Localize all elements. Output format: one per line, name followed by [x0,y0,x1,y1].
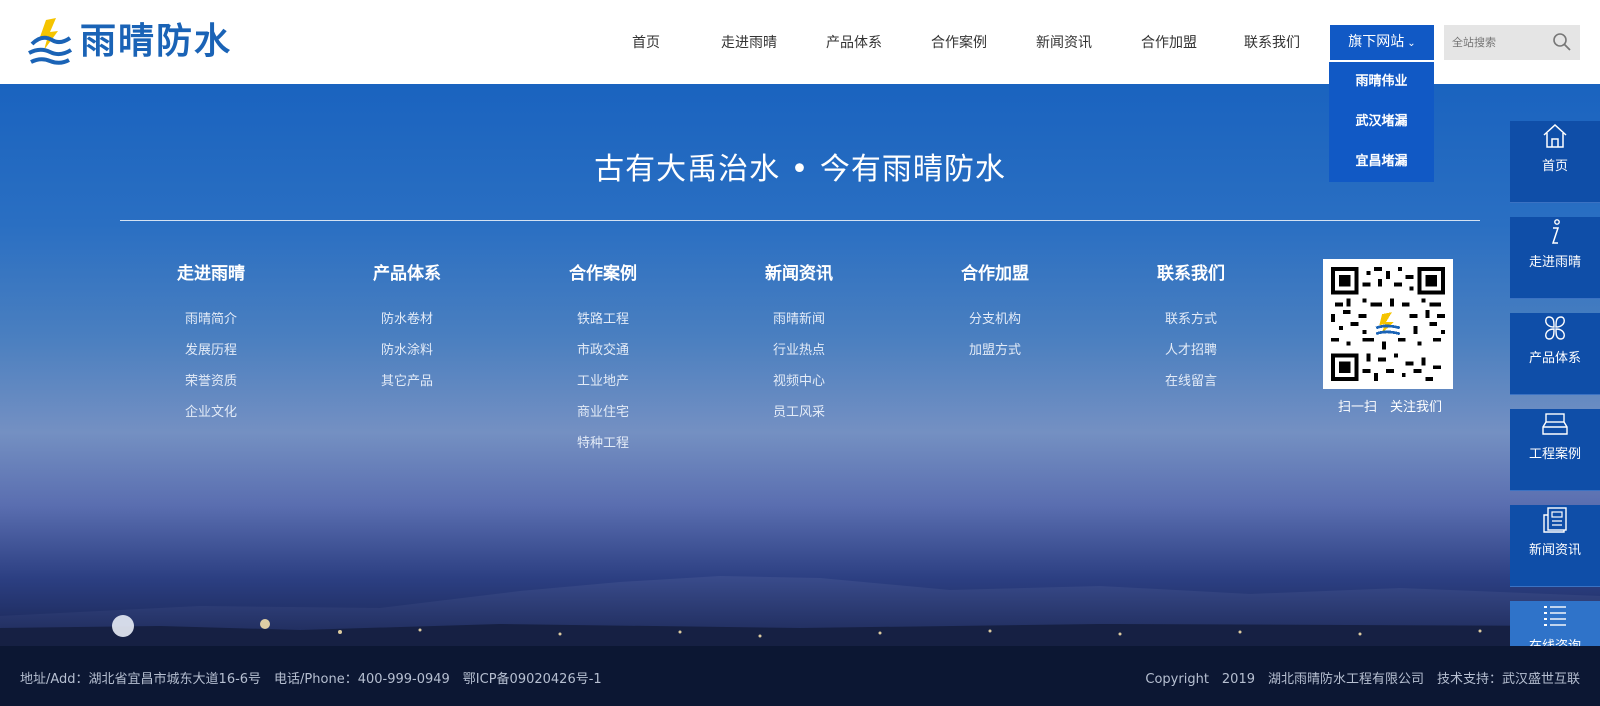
column-link[interactable]: 联系方式 [1131,304,1251,335]
sites-menu-item[interactable]: 宜昌堵漏 [1329,142,1434,182]
footer-column-join: 合作加盟 分支机构 加盟方式 [935,262,1055,366]
column-link[interactable]: 视频中心 [739,366,859,397]
product-icon [1545,316,1565,340]
qr-caption: 扫一扫 关注我们 [1337,400,1442,415]
column-link[interactable]: 特种工程 [543,428,663,459]
column-title[interactable]: 联系我们 [1131,262,1251,286]
column-link[interactable]: 在线留言 [1131,366,1251,397]
column-link[interactable]: 防水卷材 [347,304,467,335]
nav-item-about[interactable]: 走进雨晴 [696,26,802,60]
footer-column-news: 新闻资讯 雨晴新闻 行业热点 视频中心 员工风采 [739,262,859,428]
column-link[interactable]: 加盟方式 [935,335,1055,366]
case-icon [1542,413,1568,435]
nav-item-products[interactable]: 产品体系 [802,26,906,60]
sites-dropdown-button[interactable]: 旗下网站 ⌄ [1330,25,1434,60]
column-link[interactable]: 工业地产 [543,366,663,397]
search-box [1444,25,1580,60]
nav-item-news[interactable]: 新闻资讯 [1012,26,1116,60]
nav-item-contact[interactable]: 联系我们 [1222,26,1322,60]
home-icon [1543,123,1567,148]
sidebar-item-products[interactable]: 产品体系 [1510,313,1600,395]
column-link[interactable]: 员工风采 [739,397,859,428]
list-icon [1544,606,1566,626]
column-link[interactable]: 防水涂料 [347,335,467,366]
chevron-down-icon: ⌄ [1407,38,1416,49]
column-link[interactable]: 行业热点 [739,335,859,366]
column-link[interactable]: 分支机构 [935,304,1055,335]
sidebar-label: 新闻资讯 [1528,543,1581,558]
sidebar-item-about[interactable]: 走进雨晴 [1510,217,1600,299]
footer-column-cases: 合作案例 铁路工程 市政交通 工业地产 商业住宅 特种工程 [543,262,663,459]
column-title[interactable]: 新闻资讯 [739,262,859,286]
city-skyline-image [0,576,1600,646]
column-link[interactable]: 人才招聘 [1131,335,1251,366]
nav-item-join[interactable]: 合作加盟 [1116,26,1222,60]
floating-sidebar: 首页 走进雨晴 产品体系 工程案例 新闻资讯 [1510,107,1600,683]
column-link[interactable]: 企业文化 [151,397,271,428]
column-title[interactable]: 合作案例 [543,262,663,286]
main-nav: 首页 走进雨晴 产品体系 合作案例 新闻资讯 合作加盟 联系我们 [596,26,1322,60]
news-icon [1543,507,1567,533]
logo[interactable]: 雨晴防水 [26,16,232,68]
column-link[interactable]: 铁路工程 [543,304,663,335]
sidebar-item-news[interactable]: 新闻资讯 [1510,505,1600,587]
column-link[interactable]: 商业住宅 [543,397,663,428]
footer-column-contact: 联系我们 联系方式 人才招聘 在线留言 [1131,262,1251,397]
column-link[interactable]: 荣誉资质 [151,366,271,397]
sites-dropdown-menu: 雨晴伟业 武汉堵漏 宜昌堵漏 [1329,62,1434,182]
info-icon [1551,219,1560,244]
column-title[interactable]: 走进雨晴 [151,262,271,286]
search-input[interactable] [1444,25,1548,60]
footer-column-about: 走进雨晴 雨晴简介 发展历程 荣誉资质 企业文化 [151,262,271,428]
column-link[interactable]: 市政交通 [543,335,663,366]
brand-name: 雨晴防水 [80,21,233,62]
footer-bar: 地址/Add：湖北省宜昌市城东大道16-6号 电话/Phone：400-999-… [0,646,1600,706]
column-link[interactable]: 雨晴简介 [151,304,271,335]
qr-code-icon [1331,267,1445,381]
qr-code-image [1323,259,1453,389]
sites-menu-item[interactable]: 武汉堵漏 [1329,102,1434,142]
sites-label: 旗下网站 [1348,34,1405,50]
nav-item-cases[interactable]: 合作案例 [906,26,1012,60]
divider [120,220,1480,221]
column-link[interactable]: 雨晴新闻 [739,304,859,335]
column-title[interactable]: 产品体系 [347,262,467,286]
sidebar-label: 首页 [1541,159,1568,174]
logo-icon [28,18,73,65]
sidebar-label: 走进雨晴 [1528,255,1581,270]
footer-address: 地址/Add：湖北省宜昌市城东大道16-6号 电话/Phone：400-999-… [20,672,602,687]
sidebar-item-cases[interactable]: 工程案例 [1510,409,1600,491]
sidebar-label: 工程案例 [1528,447,1581,462]
footer-copyright: Copyright 2019 湖北雨晴防水工程有限公司 技术支持：武汉盛世互联 [1145,672,1580,687]
column-title[interactable]: 合作加盟 [935,262,1055,286]
nav-item-home[interactable]: 首页 [596,26,696,60]
column-link[interactable]: 发展历程 [151,335,271,366]
search-icon[interactable] [1552,32,1572,52]
footer-column-products: 产品体系 防水卷材 防水涂料 其它产品 [347,262,467,397]
column-link[interactable]: 其它产品 [347,366,467,397]
sites-menu-item[interactable]: 雨晴伟业 [1329,62,1434,102]
sidebar-label: 产品体系 [1528,351,1581,366]
sidebar-item-home[interactable]: 首页 [1510,121,1600,203]
